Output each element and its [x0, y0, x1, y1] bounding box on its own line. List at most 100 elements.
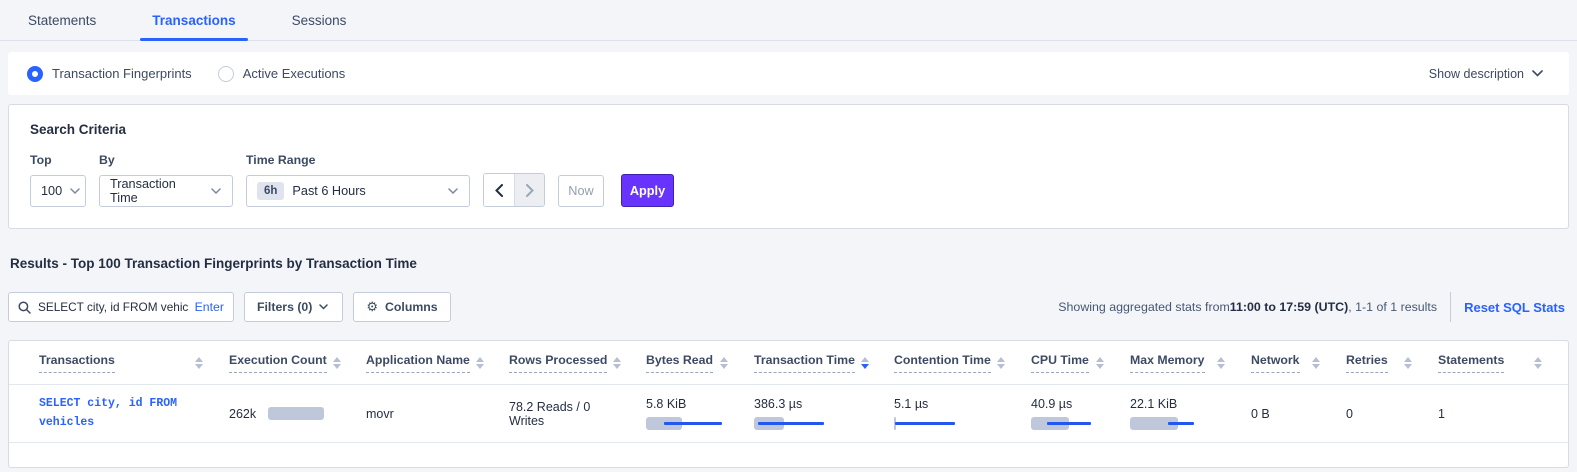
- time-range-select[interactable]: 6h Past 6 Hours: [246, 175, 470, 207]
- stats-suffix: , 1-1 of 1 results: [1348, 300, 1437, 314]
- column-header-contention-time[interactable]: Contention Time: [894, 353, 1031, 373]
- chevron-down-icon: [1532, 70, 1543, 77]
- column-label: Contention Time: [894, 353, 991, 373]
- time-range-field: Time Range 6h Past 6 Hours: [246, 153, 470, 207]
- column-label: Application Name: [366, 353, 470, 373]
- search-input[interactable]: [38, 300, 188, 314]
- results-toolbar: Enter Filters (0) ⚙ Columns Showing aggr…: [8, 292, 1569, 322]
- search-criteria-fields: Top 100 By Transaction Time Time Range 6…: [30, 153, 1547, 207]
- filters-button[interactable]: Filters (0): [244, 292, 343, 322]
- time-range-stepper: [483, 173, 545, 207]
- columns-button[interactable]: ⚙ Columns: [353, 292, 450, 322]
- top-field: Top 100: [30, 153, 86, 207]
- by-label: By: [99, 153, 233, 167]
- column-header-bytes-read[interactable]: Bytes Read: [646, 353, 754, 373]
- table-row: SELECT city, id FROM vehicles 262k movr …: [9, 385, 1568, 443]
- cpu-time-cell: 40.9 µs: [1031, 397, 1130, 430]
- max-memory-bar: [1130, 417, 1212, 430]
- top-select[interactable]: 100: [30, 175, 86, 207]
- search-criteria-card: Search Criteria Top 100 By Transaction T…: [8, 104, 1569, 229]
- chevron-down-icon: [211, 188, 222, 195]
- network-cell: 0 B: [1251, 407, 1346, 421]
- sort-icon: [1534, 357, 1542, 369]
- aggregated-stats-text: Showing aggregated stats from 11:00 to 1…: [1058, 300, 1437, 314]
- search-enter-button[interactable]: Enter: [195, 300, 224, 314]
- by-field: By Transaction Time: [99, 153, 233, 207]
- max-memory-cell: 22.1 KiB: [1130, 397, 1251, 430]
- max-memory-value: 22.1 KiB: [1130, 397, 1177, 411]
- column-header-rows-processed[interactable]: Rows Processed: [509, 353, 646, 373]
- column-label: Execution Count: [229, 353, 327, 373]
- column-header-application-name[interactable]: Application Name: [366, 353, 509, 373]
- now-button[interactable]: Now: [558, 175, 604, 207]
- top-select-value: 100: [41, 184, 62, 198]
- column-header-statements[interactable]: Statements: [1438, 353, 1568, 373]
- tab-statements[interactable]: Statements: [24, 0, 100, 40]
- column-header-execution-count[interactable]: Execution Count: [229, 353, 366, 373]
- vertical-divider: [1450, 292, 1451, 322]
- column-label: Max Memory: [1130, 353, 1205, 373]
- reset-sql-stats-link[interactable]: Reset SQL Stats: [1464, 300, 1569, 315]
- sort-icon: [613, 357, 621, 369]
- gear-icon: ⚙: [366, 299, 378, 315]
- tab-transactions[interactable]: Transactions: [148, 0, 239, 40]
- application-name-cell: movr: [366, 407, 509, 421]
- radio-selected-icon: [27, 66, 43, 82]
- bytes-read-bar: [646, 417, 728, 430]
- column-header-network[interactable]: Network: [1251, 353, 1346, 373]
- execution-count-value: 262k: [229, 407, 256, 421]
- stats-prefix: Showing aggregated stats from: [1058, 300, 1230, 314]
- time-range-badge: 6h: [257, 182, 284, 200]
- retries-cell: 0: [1346, 407, 1438, 421]
- view-mode-card: Transaction Fingerprints Active Executio…: [8, 52, 1569, 95]
- search-icon: [18, 301, 31, 314]
- column-header-transaction-time[interactable]: Transaction Time: [754, 353, 894, 373]
- radio-label: Active Executions: [243, 66, 346, 81]
- cpu-time-bar: [1031, 417, 1113, 430]
- apply-button[interactable]: Apply: [621, 174, 674, 207]
- transaction-fingerprint-link[interactable]: SELECT city, id FROM vehicles: [39, 397, 177, 429]
- chevron-down-icon: [70, 188, 80, 195]
- sort-icon: [1404, 357, 1412, 369]
- tab-bar: Statements Transactions Sessions: [0, 0, 1577, 41]
- sort-icon: [195, 357, 203, 369]
- time-range-value: Past 6 Hours: [292, 184, 365, 198]
- execution-count-bar: [268, 407, 326, 420]
- radio-transaction-fingerprints[interactable]: Transaction Fingerprints: [27, 66, 192, 82]
- column-label: Transactions: [39, 353, 115, 373]
- time-range-label: Time Range: [246, 153, 470, 167]
- chevron-down-icon: [319, 304, 330, 311]
- column-label: Transaction Time: [754, 353, 855, 373]
- column-header-retries[interactable]: Retries: [1346, 353, 1438, 373]
- next-range-button[interactable]: [514, 174, 544, 206]
- sort-icon: [1217, 357, 1225, 369]
- sort-icon: [476, 357, 484, 369]
- radio-label: Transaction Fingerprints: [52, 66, 192, 81]
- radio-active-executions[interactable]: Active Executions: [218, 66, 346, 82]
- by-select[interactable]: Transaction Time: [99, 175, 233, 207]
- transaction-time-cell: 386.3 µs: [754, 397, 894, 430]
- column-header-max-memory[interactable]: Max Memory: [1130, 353, 1251, 373]
- statements-cell: 1: [1438, 407, 1568, 421]
- sort-icon: [997, 357, 1005, 369]
- sort-icon: [1096, 357, 1104, 369]
- show-description-toggle[interactable]: Show description: [1429, 67, 1543, 81]
- prev-range-button[interactable]: [484, 174, 514, 206]
- transactions-table: Transactions Execution Count Application…: [8, 340, 1569, 468]
- radio-unselected-icon: [218, 66, 234, 82]
- search-criteria-title: Search Criteria: [30, 122, 1547, 137]
- tab-sessions[interactable]: Sessions: [288, 0, 351, 40]
- sort-icon: [1312, 357, 1320, 369]
- column-label: Retries: [1346, 353, 1388, 373]
- table-header: Transactions Execution Count Application…: [9, 341, 1568, 385]
- column-header-transactions[interactable]: Transactions: [39, 353, 229, 373]
- bytes-read-value: 5.8 KiB: [646, 397, 686, 411]
- column-header-cpu-time[interactable]: CPU Time: [1031, 353, 1130, 373]
- sort-icon: [720, 357, 728, 369]
- column-label: Statements: [1438, 353, 1504, 373]
- transaction-time-value: 386.3 µs: [754, 397, 802, 411]
- chevron-left-icon: [495, 184, 503, 197]
- transaction-time-bar: [754, 417, 836, 430]
- contention-time-bar: [894, 417, 976, 430]
- sort-icon: [333, 357, 341, 369]
